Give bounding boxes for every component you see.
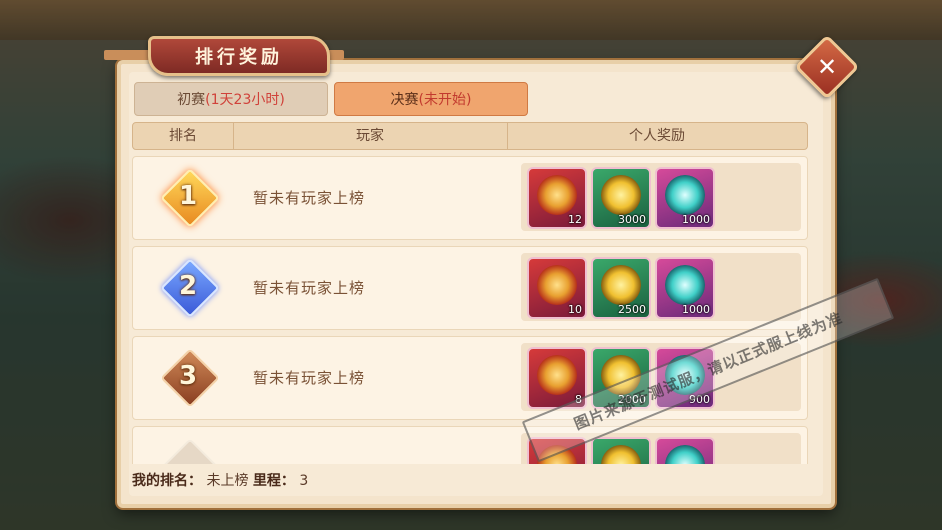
player-name: 暂未有玩家上榜 <box>253 189 366 207</box>
reward-count: 10 <box>568 303 582 316</box>
player-name: 暂未有玩家上榜 <box>253 279 366 297</box>
anchor-coin-icon <box>601 445 641 464</box>
mileage-label: 里程： <box>252 473 295 489</box>
anchor-coin-icon <box>601 265 641 305</box>
table-row <box>132 426 808 464</box>
column-rank: 排名 <box>133 123 234 149</box>
red-medal-icon <box>537 355 577 395</box>
reward-count: 12 <box>568 213 582 226</box>
rank-number: 3 <box>178 361 198 391</box>
player-name: 暂未有玩家上榜 <box>253 369 366 387</box>
crystal-orb-icon <box>665 445 705 464</box>
tab-label: 决赛 <box>390 92 419 108</box>
reward-item[interactable]: 1000 <box>655 167 715 229</box>
tab-status: (未开始) <box>418 92 472 108</box>
rank-badge: 1 <box>160 168 220 228</box>
ranking-list[interactable]: 1 暂未有玩家上榜 12 3000 1000 2 暂未有玩家上榜 10 2500… <box>132 156 808 464</box>
rank-number <box>163 441 213 464</box>
tab-final[interactable]: 决赛 (未开始) <box>334 82 528 116</box>
red-medal-icon <box>537 175 577 215</box>
reward-list: 12 3000 1000 <box>521 163 801 231</box>
reward-count: 1000 <box>682 303 710 316</box>
rank-badge: 3 <box>160 348 220 408</box>
reward-item[interactable]: 2500 <box>591 257 651 319</box>
rank-badge: 2 <box>160 258 220 318</box>
tab-status: (1天23小时) <box>205 92 285 108</box>
crystal-orb-icon <box>665 265 705 305</box>
reward-list: 10 2500 1000 <box>521 253 801 321</box>
table-header: 排名 玩家 个人奖励 <box>132 122 808 150</box>
my-rank-value: 未上榜 <box>206 473 249 489</box>
close-icon: ✕ <box>816 53 838 81</box>
anchor-coin-icon <box>601 175 641 215</box>
rank-number: 1 <box>178 181 198 211</box>
my-rank-footer: 我的排名： 未上榜 里程： 3 <box>132 470 308 492</box>
reward-item[interactable]: 10 <box>527 257 587 319</box>
reward-item[interactable] <box>591 437 651 464</box>
reward-count: 2500 <box>618 303 646 316</box>
rank-number: 2 <box>178 271 198 301</box>
tab-label: 初赛 <box>177 92 206 108</box>
reward-item[interactable]: 3000 <box>591 167 651 229</box>
reward-item[interactable]: 12 <box>527 167 587 229</box>
reward-count: 3000 <box>618 213 646 226</box>
table-row: 1 暂未有玩家上榜 12 3000 1000 <box>132 156 808 240</box>
rank-badge <box>160 438 220 464</box>
tab-preliminary[interactable]: 初赛 (1天23小时) <box>134 82 328 116</box>
reward-item[interactable] <box>655 437 715 464</box>
table-row: 2 暂未有玩家上榜 10 2500 1000 <box>132 246 808 330</box>
reward-count: 1000 <box>682 213 710 226</box>
my-rank-label: 我的排名： <box>132 473 202 489</box>
reward-item[interactable]: 1000 <box>655 257 715 319</box>
column-rewards: 个人奖励 <box>629 128 685 144</box>
mileage-value: 3 <box>299 473 309 489</box>
crystal-orb-icon <box>665 175 705 215</box>
panel-title: 排行奖励 <box>148 36 330 76</box>
red-medal-icon <box>537 265 577 305</box>
column-player: 玩家 <box>233 123 508 149</box>
